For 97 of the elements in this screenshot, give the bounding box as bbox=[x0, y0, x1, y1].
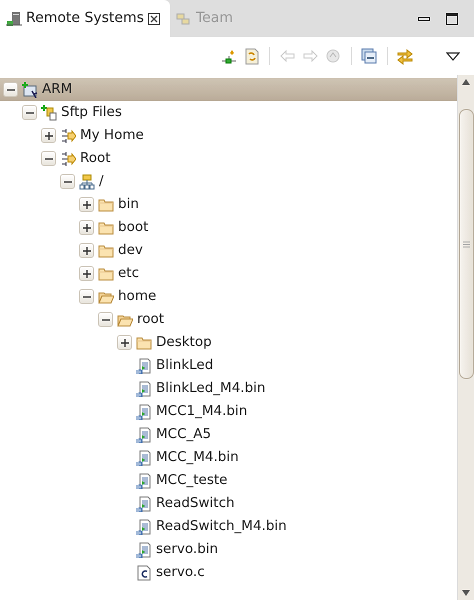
expander-button[interactable] bbox=[22, 105, 37, 120]
tree-row[interactable]: ReadSwitch_M4.bin bbox=[0, 515, 457, 538]
tree-label: servo.c bbox=[156, 563, 205, 582]
tree-row[interactable]: MCC_M4.bin bbox=[0, 446, 457, 469]
tree-label: / bbox=[99, 172, 104, 192]
scroll-thumb[interactable] bbox=[458, 109, 474, 379]
expander-button[interactable] bbox=[98, 312, 113, 327]
tree-row[interactable]: Desktop bbox=[0, 331, 457, 354]
tree-label: BlinkLed bbox=[156, 356, 214, 376]
tree-label: MCC1_M4.bin bbox=[156, 402, 248, 422]
expander-button[interactable] bbox=[79, 197, 94, 212]
binary-file-icon bbox=[136, 496, 152, 512]
tree-row[interactable]: bin bbox=[0, 193, 457, 216]
expander-button[interactable] bbox=[79, 243, 94, 258]
tree-label: ReadSwitch_M4.bin bbox=[156, 517, 287, 536]
expander-button[interactable] bbox=[3, 82, 18, 97]
plus-icon bbox=[82, 200, 90, 208]
tree-row[interactable]: ReadSwitch bbox=[0, 492, 457, 515]
tree-row[interactable]: root bbox=[0, 308, 457, 331]
expander-button[interactable] bbox=[79, 220, 94, 235]
expander-button[interactable] bbox=[60, 174, 75, 189]
binary-file-icon bbox=[136, 358, 152, 374]
close-icon[interactable] bbox=[148, 12, 160, 24]
folder-icon bbox=[98, 242, 114, 258]
folder-icon bbox=[98, 196, 114, 212]
scrollbar[interactable] bbox=[457, 75, 474, 600]
connection-icon[interactable] bbox=[220, 48, 237, 64]
tree-label: home bbox=[118, 287, 156, 306]
tree-row[interactable]: home bbox=[0, 285, 457, 308]
tree-label: boot bbox=[118, 218, 148, 238]
tree-label: MCC_A5 bbox=[156, 425, 212, 444]
tree-row[interactable]: MCC_A5 bbox=[0, 423, 457, 446]
plus-icon bbox=[44, 132, 52, 140]
scroll-up-icon[interactable] bbox=[462, 79, 470, 85]
tree-row[interactable]: Root bbox=[0, 147, 457, 170]
binary-file-icon bbox=[136, 380, 152, 396]
tree-label: etc bbox=[118, 264, 140, 284]
tree-label: BlinkLed_M4.bin bbox=[156, 379, 266, 398]
maximize-icon[interactable] bbox=[446, 12, 458, 24]
server-icon bbox=[6, 10, 22, 26]
binary-file-icon bbox=[136, 518, 152, 534]
file-system-icon bbox=[41, 104, 57, 120]
tree-row[interactable]: MCC_teste bbox=[0, 469, 457, 492]
tree-label: Sftp Files bbox=[61, 103, 122, 122]
tree-label: dev bbox=[118, 241, 143, 260]
tree-row[interactable]: dev bbox=[0, 239, 457, 262]
tree-row[interactable]: etc bbox=[0, 262, 457, 285]
expander-button[interactable] bbox=[117, 335, 132, 350]
expander-button[interactable] bbox=[41, 128, 56, 143]
grip-icon bbox=[462, 240, 470, 248]
tree-row[interactable]: ARM bbox=[0, 78, 457, 101]
tree-row[interactable]: Sftp Files bbox=[0, 101, 457, 124]
binary-file-icon bbox=[136, 450, 152, 466]
tree-row[interactable]: MCC1_M4.bin bbox=[0, 400, 457, 423]
tab[interactable]: Remote Systems bbox=[0, 0, 170, 37]
plus-icon bbox=[120, 338, 128, 346]
scroll-down-icon[interactable] bbox=[462, 590, 470, 596]
tree-label: My Home bbox=[80, 126, 144, 146]
refresh-icon[interactable] bbox=[243, 48, 260, 64]
binary-file-icon bbox=[136, 472, 152, 488]
expander-button[interactable] bbox=[41, 151, 56, 166]
tree-label: servo.bin bbox=[156, 540, 218, 560]
folder-icon bbox=[136, 334, 152, 350]
tree-label: root bbox=[137, 310, 164, 330]
tree-row[interactable]: BlinkLed bbox=[0, 354, 457, 377]
folder-icon bbox=[98, 220, 114, 236]
tree-label: ARM bbox=[42, 80, 72, 100]
tree-row[interactable]: servo.bin bbox=[0, 538, 457, 561]
tree-row[interactable]: My Home bbox=[0, 124, 457, 147]
plus-icon bbox=[82, 246, 90, 254]
collapse-all-icon[interactable] bbox=[361, 48, 378, 64]
tree-label: Root bbox=[80, 149, 111, 168]
plus-icon bbox=[82, 270, 90, 278]
expander-button[interactable] bbox=[79, 266, 94, 281]
sync-arrows-icon[interactable] bbox=[397, 48, 414, 64]
view-menu-icon[interactable] bbox=[446, 52, 460, 60]
tree-label: ReadSwitch bbox=[156, 494, 235, 514]
tree-row[interactable]: servo.c bbox=[0, 561, 457, 584]
tree-label: MCC_M4.bin bbox=[156, 448, 239, 468]
network-tree-icon bbox=[79, 174, 95, 190]
tree-row[interactable]: / bbox=[0, 170, 457, 193]
folder-icon bbox=[98, 266, 114, 282]
tree-label: Desktop bbox=[156, 333, 212, 352]
team-icon bbox=[176, 10, 192, 26]
binary-file-icon bbox=[136, 542, 152, 558]
tree-label: MCC_teste bbox=[156, 471, 228, 490]
c-file-icon bbox=[136, 564, 152, 580]
expander-button[interactable] bbox=[79, 289, 94, 304]
tree-row[interactable]: boot bbox=[0, 216, 457, 239]
binary-file-icon bbox=[136, 426, 152, 442]
tree-row[interactable]: BlinkLed_M4.bin bbox=[0, 377, 457, 400]
plus-icon bbox=[82, 224, 90, 232]
binary-file-icon bbox=[136, 404, 152, 420]
filter-icon bbox=[60, 128, 76, 144]
connection-icon bbox=[22, 82, 38, 98]
filter-icon bbox=[60, 150, 76, 166]
tree-label: bin bbox=[118, 195, 139, 214]
